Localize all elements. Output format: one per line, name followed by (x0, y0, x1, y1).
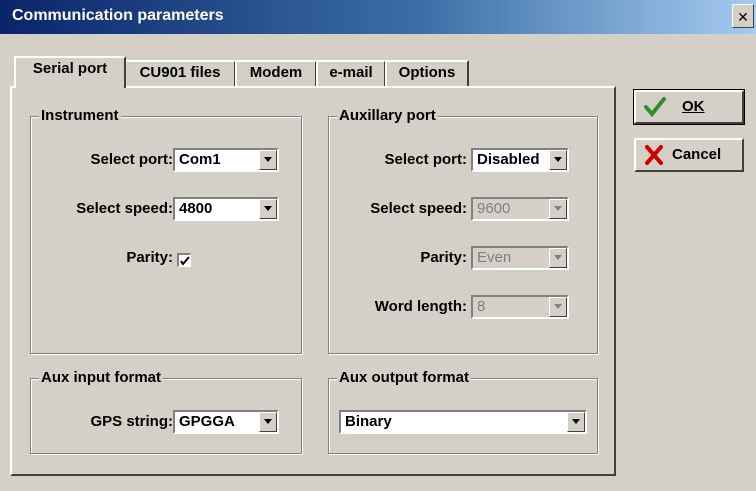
aux-output-value: Binary (345, 413, 392, 430)
parity-checkbox[interactable] (177, 253, 191, 267)
aux-wordlen-label: Word length: (374, 298, 467, 315)
aux-output-group: Aux output format Binary (328, 369, 598, 454)
chevron-down-icon[interactable] (549, 150, 567, 170)
chevron-down-icon[interactable] (567, 412, 585, 432)
instrument-speed-value: 4800 (179, 200, 213, 217)
gps-string-label: GPS string: (90, 413, 173, 430)
gps-string-value: GPGGA (179, 413, 235, 430)
aux-parity-select[interactable]: Even (471, 246, 569, 270)
aux-wordlen-value: 8 (477, 298, 486, 315)
checkmark-icon (644, 96, 666, 122)
cancel-button[interactable]: Cancel (634, 138, 744, 172)
aux-speed-select[interactable]: 9600 (471, 197, 569, 221)
aux-speed-label: Select speed: (370, 200, 467, 217)
instrument-port-value: Com1 (179, 151, 221, 168)
checkmark-icon (180, 256, 190, 266)
instrument-speed-label: Select speed: (76, 200, 173, 217)
aux-parity-label: Parity: (420, 249, 467, 266)
gps-string-select[interactable]: GPGGA (173, 410, 279, 434)
tab-modem[interactable]: Modem (235, 60, 317, 86)
aux-port-group-title: Auxillary port (337, 107, 438, 124)
chevron-down-icon[interactable] (549, 297, 567, 317)
red-x-icon (644, 144, 664, 170)
aux-port-label: Select port: (384, 151, 467, 168)
ok-label: OK (682, 98, 705, 115)
chevron-down-icon[interactable] (259, 150, 277, 170)
instrument-port-select[interactable]: Com1 (173, 148, 279, 172)
tab-cu901-files[interactable]: CU901 files (124, 60, 236, 86)
tab-label: e-mail (329, 64, 373, 81)
close-button[interactable]: ✕ (732, 4, 754, 28)
instrument-group-title: Instrument (39, 107, 121, 124)
instrument-parity-label: Parity: (126, 249, 173, 266)
tab-label: Options (398, 64, 456, 81)
aux-input-group-title: Aux input format (39, 369, 163, 386)
tab-email[interactable]: e-mail (316, 60, 386, 86)
aux-port-value: Disabled (477, 151, 540, 168)
tab-label: Serial port (32, 60, 108, 77)
chevron-down-icon[interactable] (549, 248, 567, 268)
instrument-port-label: Select port: (90, 151, 173, 168)
aux-output-select[interactable]: Binary (339, 410, 587, 434)
serial-port-panel: Instrument Select port: Com1 Select spee… (10, 86, 616, 476)
tab-label: Modem (249, 64, 303, 81)
chevron-down-icon[interactable] (259, 412, 277, 432)
chevron-down-icon[interactable] (549, 199, 567, 219)
aux-port-select[interactable]: Disabled (471, 148, 569, 172)
chevron-down-icon[interactable] (259, 199, 277, 219)
tab-serial-port[interactable]: Serial port (14, 56, 126, 88)
ok-button[interactable]: OK (633, 89, 745, 125)
aux-input-group: Aux input format GPS string: GPGGA (30, 369, 302, 454)
aux-port-group: Auxillary port Select port: Disabled Sel… (328, 107, 598, 354)
dialog-window: Communication parameters ✕ Serial port C… (0, 0, 756, 491)
aux-output-group-title: Aux output format (337, 369, 471, 386)
tab-options[interactable]: Options (385, 60, 469, 86)
aux-wordlen-select[interactable]: 8 (471, 295, 569, 319)
window-title: Communication parameters (12, 7, 224, 24)
cancel-label: Cancel (672, 146, 722, 163)
tab-label: CU901 files (139, 64, 221, 81)
close-icon: ✕ (737, 9, 749, 25)
instrument-group: Instrument Select port: Com1 Select spee… (30, 107, 302, 354)
instrument-speed-select[interactable]: 4800 (173, 197, 279, 221)
aux-parity-value: Even (477, 249, 512, 266)
aux-speed-value: 9600 (477, 200, 511, 217)
title-bar[interactable]: Communication parameters ✕ (0, 0, 756, 34)
